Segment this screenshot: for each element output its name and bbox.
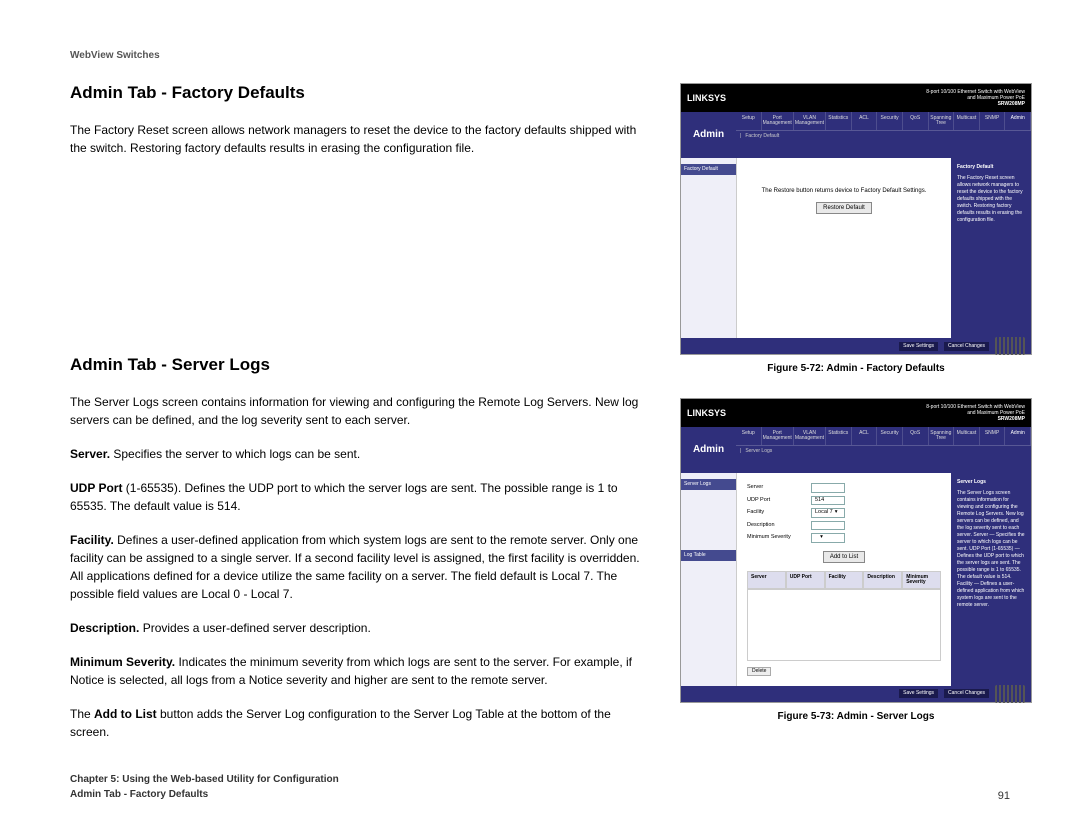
cisco-logo-icon <box>995 337 1025 355</box>
top-tab[interactable]: VLAN Management <box>794 427 826 445</box>
top-tab[interactable]: Admin <box>1005 112 1031 130</box>
udp-port-input[interactable]: 514 <box>811 496 845 506</box>
fig1-maintext: The Restore button returns device to Fac… <box>747 188 941 194</box>
section2-title: Admin Tab - Server Logs <box>70 355 650 375</box>
fig2-tabs-row: SetupPort ManagementVLAN ManagementStati… <box>736 427 1031 446</box>
section1-body: The Factory Reset screen allows network … <box>70 121 650 157</box>
linksys-logo: LINKSYS <box>687 409 726 418</box>
top-tab[interactable]: Spanning Tree <box>929 427 955 445</box>
section2-facility: Facility. Defines a user-defined applica… <box>70 531 650 603</box>
fig2-table-head: ServerUDP PortFacilityDescriptionMinimum… <box>747 571 941 589</box>
table-header: Minimum Severity <box>902 571 941 589</box>
section2-server: Server. Specifies the server to which lo… <box>70 445 650 463</box>
top-tab[interactable]: Security <box>877 427 903 445</box>
top-tab[interactable]: Security <box>877 112 903 130</box>
top-tab[interactable]: ACL <box>852 427 878 445</box>
top-tab[interactable]: SNMP <box>980 427 1006 445</box>
section2-addlist: The Add to List button adds the Server L… <box>70 705 650 741</box>
description-input[interactable] <box>811 521 845 531</box>
add-to-list-button[interactable]: Add to List <box>823 551 865 563</box>
save-settings-button[interactable]: Save Settings <box>899 689 938 698</box>
figure-server-logs: LINKSYS 8-port 10/100 Ethernet Switch wi… <box>680 398 1032 703</box>
log-table-body <box>747 589 941 661</box>
sidenav-factory-default[interactable]: Factory Default <box>681 164 736 175</box>
footer-chapter: Chapter 5: Using the Web-based Utility f… <box>70 772 339 787</box>
top-tab[interactable]: Statistics <box>826 427 852 445</box>
cancel-changes-button[interactable]: Cancel Changes <box>944 342 989 351</box>
top-tab[interactable]: Multicast <box>954 112 980 130</box>
doc-header: WebView Switches <box>70 50 1010 61</box>
linksys-logo: LINKSYS <box>687 94 726 103</box>
delete-button[interactable]: Delete <box>747 667 771 676</box>
table-header: UDP Port <box>786 571 825 589</box>
section2-intro: The Server Logs screen contains informat… <box>70 393 650 429</box>
sidenav-server-logs[interactable]: Server Logs <box>681 479 736 490</box>
sidenav-log-table[interactable]: Log Table <box>681 550 736 561</box>
admin-tab-label: Admin <box>681 427 736 473</box>
top-tab[interactable]: QoS <box>903 427 929 445</box>
top-tab[interactable]: Admin <box>1005 427 1031 445</box>
table-header: Description <box>863 571 902 589</box>
cisco-logo-icon <box>995 685 1025 703</box>
facility-select[interactable]: Local 7▾ <box>811 508 845 518</box>
server-input[interactable] <box>811 483 845 493</box>
top-tab[interactable]: Setup <box>736 112 762 130</box>
section1-title: Admin Tab - Factory Defaults <box>70 83 650 103</box>
section2-minsev: Minimum Severity. Indicates the minimum … <box>70 653 650 689</box>
figure1-caption: Figure 5-72: Admin - Factory Defaults <box>680 363 1032 374</box>
top-tab[interactable]: Spanning Tree <box>929 112 955 130</box>
min-severity-select[interactable]: ▾ <box>811 533 845 543</box>
footer-section: Admin Tab - Factory Defaults <box>70 787 339 802</box>
save-settings-button[interactable]: Save Settings <box>899 342 938 351</box>
top-tab[interactable]: Multicast <box>954 427 980 445</box>
page-footer: Chapter 5: Using the Web-based Utility f… <box>70 772 1010 802</box>
main-text-column: Admin Tab - Factory Defaults The Factory… <box>70 83 650 757</box>
figure-factory-defaults: LINKSYS 8-port 10/100 Ethernet Switch wi… <box>680 83 1032 355</box>
top-tab[interactable]: QoS <box>903 112 929 130</box>
table-header: Server <box>747 571 786 589</box>
top-tab[interactable]: VLAN Management <box>794 112 826 130</box>
top-tab[interactable]: Port Management <box>762 112 794 130</box>
cancel-changes-button[interactable]: Cancel Changes <box>944 689 989 698</box>
top-tab[interactable]: SNMP <box>980 112 1006 130</box>
top-tab[interactable]: Setup <box>736 427 762 445</box>
top-tab[interactable]: ACL <box>852 112 878 130</box>
restore-default-button[interactable]: Restore Default <box>816 202 872 214</box>
figures-column: LINKSYS 8-port 10/100 Ethernet Switch wi… <box>680 83 1032 746</box>
section2-udp: UDP Port (1-65535). Defines the UDP port… <box>70 479 650 515</box>
top-tab[interactable]: Statistics <box>826 112 852 130</box>
fig1-tabs-row: SetupPort ManagementVLAN ManagementStati… <box>736 112 1031 131</box>
figure2-caption: Figure 5-73: Admin - Server Logs <box>680 711 1032 722</box>
top-tab[interactable]: Port Management <box>762 427 794 445</box>
admin-tab-label: Admin <box>681 112 736 158</box>
page-number: 91 <box>998 790 1010 802</box>
table-header: Facility <box>825 571 864 589</box>
section2-description: Description. Provides a user-defined ser… <box>70 619 650 637</box>
